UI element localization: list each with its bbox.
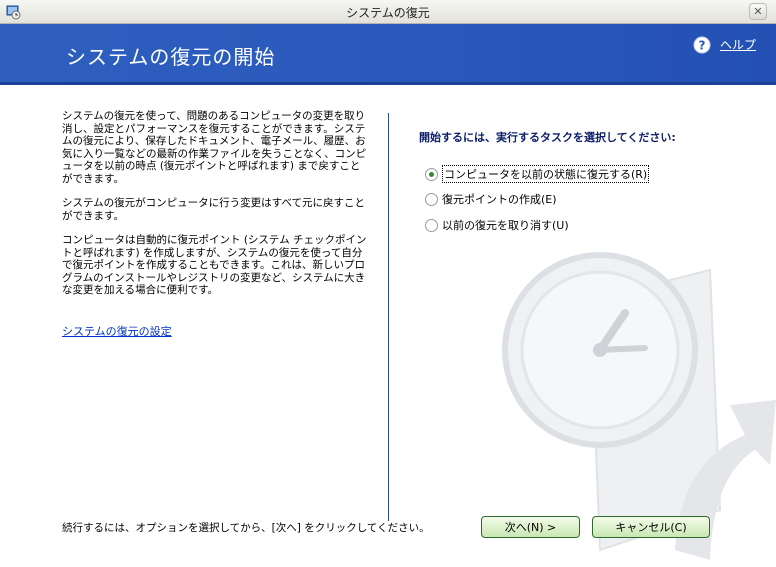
radio-button[interactable] (425, 167, 438, 181)
description-paragraph: コンピュータは自動的に復元ポイント (システム チェックポイントと呼ばれます) … (62, 234, 367, 296)
task-heading: 開始するには、実行するタスクを選択してください: (419, 131, 676, 144)
radio-button[interactable] (425, 218, 438, 232)
description-pane: システムの復元を使って、問題のあるコンピュータの変更を取り消し、設定とパフォーマ… (62, 110, 367, 309)
header-banner: システムの復元の開始 (0, 24, 776, 85)
footer-instruction: 続行するには、オプションを選択してから、[次へ] をクリックしてください。 (62, 522, 430, 534)
option-restore-earlier-time[interactable]: コンピュータを以前の状態に復元する(R) (425, 165, 650, 183)
help-link[interactable]: ヘルプ (720, 36, 756, 53)
window-title: システムの復元 (346, 6, 430, 20)
system-restore-settings-link[interactable]: システムの復元の設定 (62, 323, 172, 339)
description-paragraph: システムの復元を使って、問題のあるコンピュータの変更を取り消し、設定とパフォーマ… (62, 110, 367, 185)
description-paragraph: システムの復元がコンピュータに行う変更はすべて元に戻すことができます。 (62, 197, 366, 222)
close-button[interactable]: ✕ (749, 3, 767, 20)
option-label: 復元ポイントの作成(E) (442, 193, 557, 206)
cancel-button[interactable]: キャンセル(C) (592, 516, 710, 538)
pane-divider (388, 113, 389, 521)
help-icon-glyph: ? (699, 39, 706, 53)
option-create-restore-point[interactable]: 復元ポイントの作成(E) (425, 191, 557, 207)
next-button[interactable]: 次へ(N) > (481, 516, 580, 538)
option-label: コンピュータを以前の状態に復元する(R) (442, 165, 650, 183)
option-label: 以前の復元を取り消す(U) (442, 219, 569, 232)
close-icon: ✕ (753, 5, 763, 18)
page-title: システムの復元の開始 (66, 45, 276, 69)
radio-button[interactable] (425, 192, 438, 206)
title-bar: システムの復元 ✕ (0, 0, 776, 24)
help-icon[interactable]: ? (693, 36, 711, 54)
option-undo-last-restore[interactable]: 以前の復元を取り消す(U) (425, 217, 569, 233)
